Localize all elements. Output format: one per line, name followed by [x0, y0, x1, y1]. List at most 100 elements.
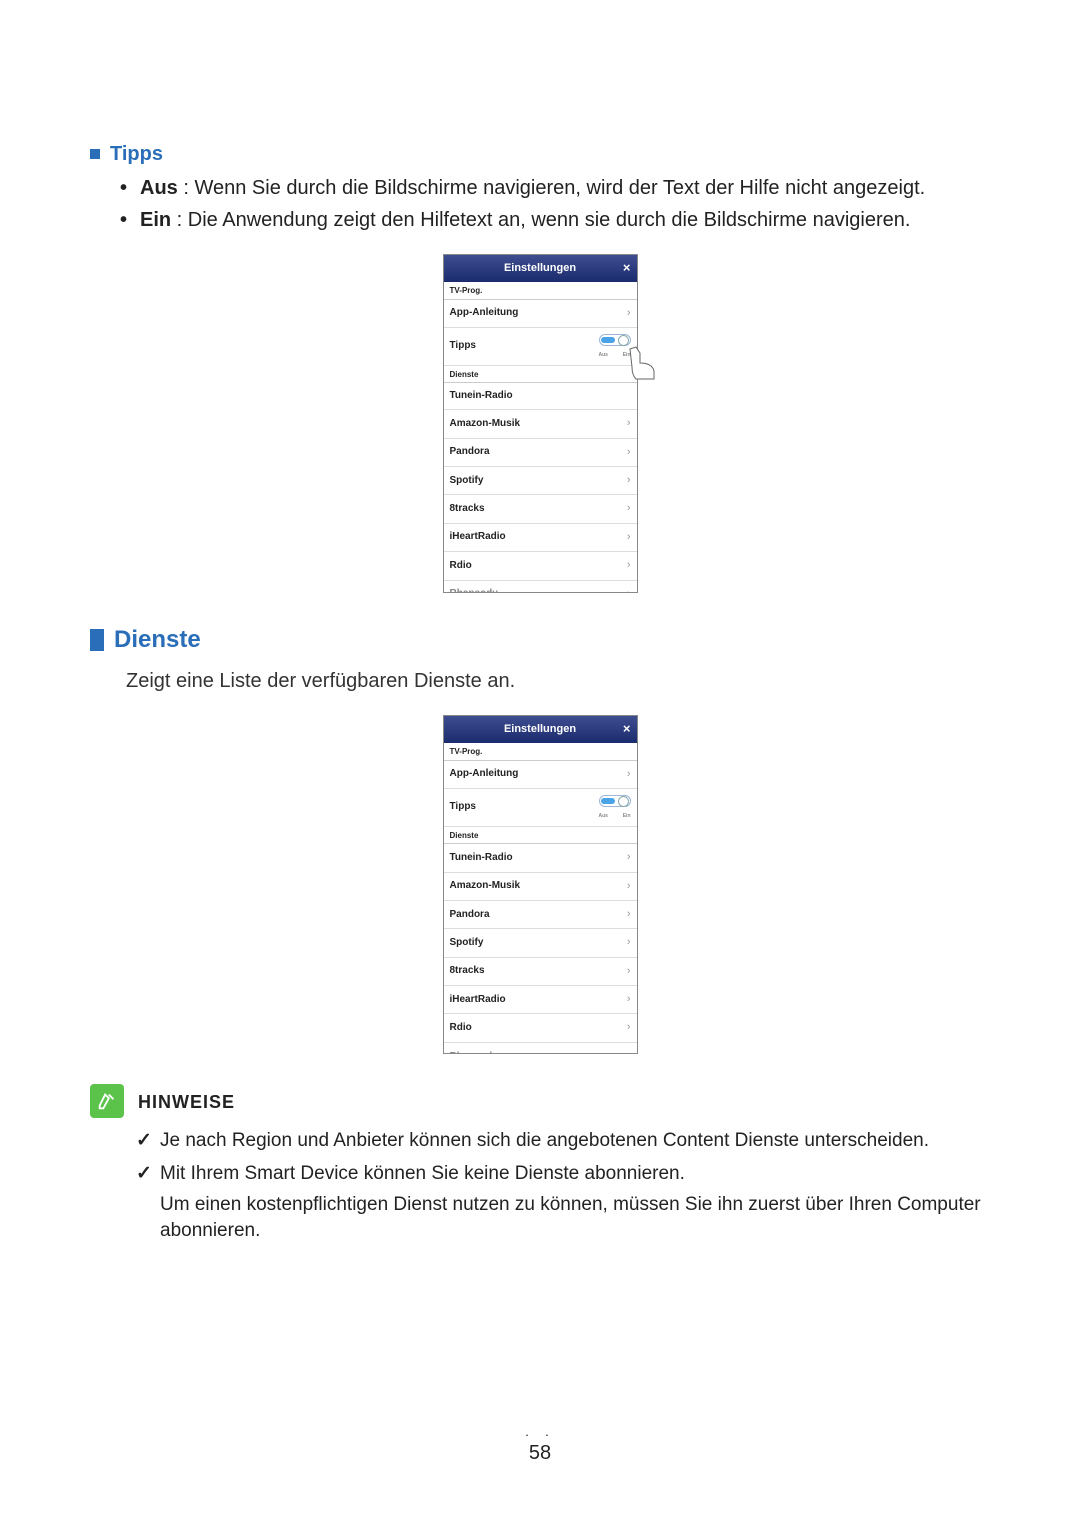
- chevron-right-icon: ›: [627, 935, 631, 950]
- chevron-right-icon: ›: [627, 587, 631, 593]
- hinweise-title: HINWEISE: [138, 1090, 235, 1118]
- phone2-rdio-row[interactable]: Rdio ›: [444, 1014, 637, 1042]
- phone1-app-anleitung-label: App-Anleitung: [450, 306, 519, 320]
- phone2-app-anleitung-row[interactable]: App-Anleitung ›: [444, 761, 637, 789]
- phone1-rdio-label: Rdio: [450, 559, 472, 573]
- phone2-amazon-row[interactable]: Amazon-Musik ›: [444, 873, 637, 901]
- toggle-bar: [601, 798, 615, 804]
- hinweis-item-2: Mit Ihrem Smart Device können Sie keine …: [160, 1161, 990, 1188]
- phone1-app-anleitung-row[interactable]: App-Anleitung ›: [444, 300, 637, 328]
- chevron-right-icon: ›: [627, 1020, 631, 1035]
- phone1-body: TV-Prog. App-Anleitung › Tipps Aus Ein D…: [444, 282, 637, 592]
- phone2-body: TV-Prog. App-Anleitung › Tipps Aus Ein D…: [444, 743, 637, 1053]
- tipps-heading-text: Tipps: [110, 140, 163, 168]
- dienste-heading: Dienste: [90, 623, 990, 657]
- phone2-rhapsody-row[interactable]: Rhapsody ›: [444, 1043, 637, 1054]
- chevron-right-icon: ›: [627, 879, 631, 894]
- phone2-header: Einstellungen ×: [444, 716, 637, 743]
- phone2-title: Einstellungen: [504, 723, 576, 735]
- phone2-pandora-row[interactable]: Pandora ›: [444, 901, 637, 929]
- phone-screenshot-2: Einstellungen × TV-Prog. App-Anleitung ›…: [443, 715, 638, 1054]
- toggle-labels: Aus Ein: [599, 813, 631, 820]
- phone1-title: Einstellungen: [504, 262, 576, 274]
- phone2-rhapsody-label: Rhapsody: [450, 1050, 498, 1054]
- page-number: 58: [529, 1442, 551, 1464]
- tipps-list: Aus : Wenn Sie durch die Bildschirme nav…: [90, 174, 990, 234]
- phone-screenshot-1: Einstellungen × TV-Prog. App-Anleitung ›…: [443, 254, 638, 593]
- phone1-iheart-row[interactable]: iHeartRadio ›: [444, 524, 637, 552]
- phone1-rdio-row[interactable]: Rdio ›: [444, 552, 637, 580]
- tipps-ein-text: : Die Anwendung zeigt den Hilfetext an, …: [171, 209, 910, 231]
- phone1-header: Einstellungen ×: [444, 255, 637, 282]
- tipps-ein-prefix: Ein: [140, 209, 171, 231]
- phone2-iheart-row[interactable]: iHeartRadio ›: [444, 986, 637, 1014]
- toggle-left: Aus: [599, 813, 608, 820]
- phone2-tipps-label: Tipps: [450, 800, 476, 814]
- phone1-amazon-row[interactable]: Amazon-Musik ›: [444, 410, 637, 438]
- phone1-tipps-label: Tipps: [450, 339, 476, 353]
- phone1-amazon-label: Amazon-Musik: [450, 417, 521, 431]
- phone1-rhapsody-label: Rhapsody: [450, 587, 498, 592]
- phone2-8tracks-row[interactable]: 8tracks ›: [444, 958, 637, 986]
- phone2-rdio-label: Rdio: [450, 1021, 472, 1035]
- hinweise-block: HINWEISE: [90, 1084, 990, 1118]
- chevron-right-icon: ›: [627, 473, 631, 488]
- dienste-heading-text: Dienste: [114, 623, 201, 657]
- chevron-right-icon: ›: [627, 416, 631, 431]
- phone2-spotify-row[interactable]: Spotify ›: [444, 929, 637, 957]
- chevron-right-icon: ›: [627, 501, 631, 516]
- phone1-8tracks-label: 8tracks: [450, 502, 485, 516]
- tipps-item-aus: Aus : Wenn Sie durch die Bildschirme nav…: [140, 174, 990, 202]
- tipps-aus-text: : Wenn Sie durch die Bildschirme navigie…: [178, 177, 925, 199]
- close-icon[interactable]: ×: [623, 259, 631, 277]
- close-icon[interactable]: ×: [623, 720, 631, 738]
- hinweis-subline: Um einen kostenpflichtigen Dienst nutzen…: [90, 1192, 990, 1245]
- chevron-right-icon: ›: [627, 530, 631, 545]
- phone2-tipps-row[interactable]: Tipps Aus Ein: [444, 789, 637, 827]
- chevron-right-icon: ›: [627, 1049, 631, 1054]
- phone2-toggle-wrap[interactable]: Aus Ein: [599, 795, 631, 820]
- phone2-pandora-label: Pandora: [450, 908, 490, 922]
- phone1-rhapsody-row[interactable]: Rhapsody ›: [444, 581, 637, 593]
- phone2-tunein-label: Tunein-Radio: [450, 851, 513, 865]
- toggle-right: Ein: [623, 813, 631, 820]
- phone2-iheart-label: iHeartRadio: [450, 993, 506, 1007]
- toggle-left: Aus: [599, 352, 608, 359]
- tipps-heading: Tipps: [90, 140, 990, 168]
- phone2-amazon-label: Amazon-Musik: [450, 879, 521, 893]
- bullet-square-icon: [90, 149, 100, 159]
- toggle-switch[interactable]: [599, 795, 631, 807]
- phone1-pandora-row[interactable]: Pandora ›: [444, 439, 637, 467]
- bullet-square-icon: [90, 629, 104, 651]
- pointer-hand-icon: [622, 343, 662, 383]
- note-icon: [90, 1084, 124, 1118]
- phone1-group1-label: TV-Prog.: [444, 282, 637, 299]
- phone1-pandora-label: Pandora: [450, 445, 490, 459]
- toggle-bar: [601, 337, 615, 343]
- phone2-app-anleitung-label: App-Anleitung: [450, 767, 519, 781]
- phone2-tunein-row[interactable]: Tunein-Radio ›: [444, 844, 637, 872]
- phone1-iheart-label: iHeartRadio: [450, 530, 506, 544]
- chevron-right-icon: ›: [627, 767, 631, 782]
- phone2-group2-label: Dienste: [444, 827, 637, 844]
- page-dots: · ·: [0, 1431, 1080, 1439]
- chevron-right-icon: ›: [627, 992, 631, 1007]
- phone1-spotify-label: Spotify: [450, 474, 484, 488]
- phone1-tipps-row[interactable]: Tipps Aus Ein: [444, 328, 637, 366]
- phone2-group1-label: TV-Prog.: [444, 743, 637, 760]
- chevron-right-icon: ›: [627, 306, 631, 321]
- chevron-right-icon: ›: [627, 445, 631, 460]
- hinweis-item-1: Je nach Region und Anbieter können sich …: [160, 1128, 990, 1155]
- chevron-right-icon: ›: [627, 850, 631, 865]
- phone1-tunein-row[interactable]: Tunein-Radio: [444, 383, 637, 410]
- toggle-knob: [618, 796, 629, 807]
- chevron-right-icon: ›: [627, 558, 631, 573]
- phone1-spotify-row[interactable]: Spotify ›: [444, 467, 637, 495]
- phone2-spotify-label: Spotify: [450, 936, 484, 950]
- phone2-8tracks-label: 8tracks: [450, 964, 485, 978]
- phone1-8tracks-row[interactable]: 8tracks ›: [444, 495, 637, 523]
- dienste-para: Zeigt eine Liste der verfügbaren Dienste…: [90, 667, 990, 695]
- phone1-tunein-label: Tunein-Radio: [450, 389, 513, 403]
- phone1-group2-label: Dienste: [444, 366, 637, 383]
- tipps-aus-prefix: Aus: [140, 177, 178, 199]
